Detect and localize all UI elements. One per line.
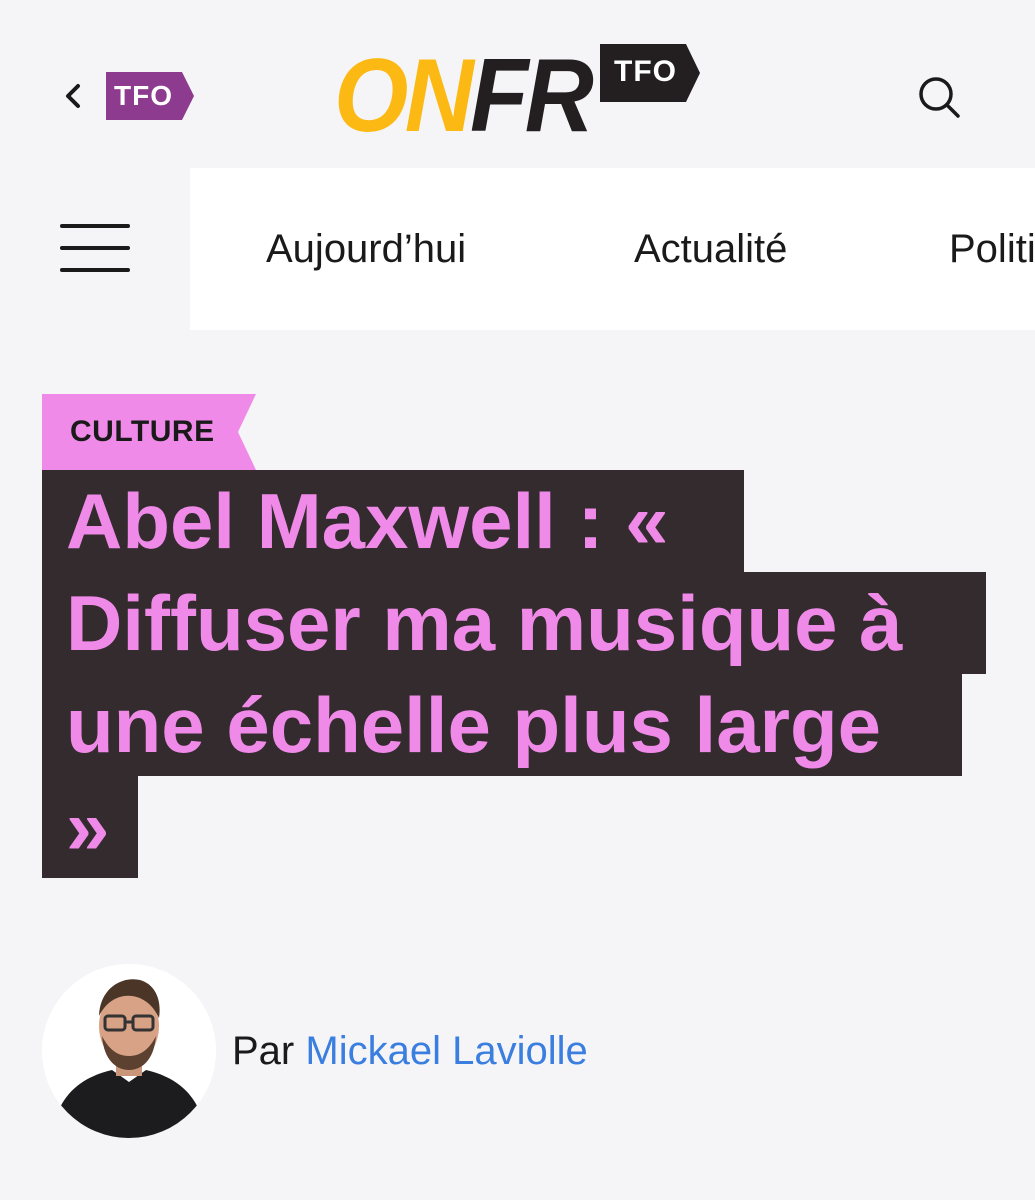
headline-line-4: »: [42, 776, 138, 878]
category-label: CULTURE: [70, 415, 215, 448]
author-byline: Par Mickael Laviolle: [232, 1026, 588, 1076]
nav-item-actualite[interactable]: Actualité: [634, 224, 787, 274]
tfo-badge-label: TFO: [114, 80, 173, 111]
search-button[interactable]: [912, 70, 968, 126]
category-tag[interactable]: CULTURE: [42, 394, 256, 470]
site-header: TFO ON FR TFO: [0, 0, 1035, 170]
nav-item-aujourdhui[interactable]: Aujourd’hui: [266, 224, 466, 274]
tfo-logo-badge: TFO: [106, 72, 194, 120]
onfr-logo[interactable]: ON FR TFO: [334, 40, 704, 150]
headline-line-2: Diffuser ma musique à: [42, 572, 986, 674]
hamburger-menu-button[interactable]: [56, 218, 136, 282]
section-nav: Aujourd’hui Actualité Politique: [190, 168, 1035, 330]
article-page: TFO ON FR TFO Aujourd’hui Actualité Poli…: [0, 0, 1035, 1200]
logo-fr-text: FR: [470, 38, 594, 154]
author-photo: [42, 964, 216, 1138]
headline-line-1: Abel Maxwell : «: [42, 470, 744, 572]
logo-tfo-tag: TFO: [600, 44, 700, 102]
author-link[interactable]: Mickael Laviolle: [305, 1029, 587, 1073]
chevron-left-icon: [56, 72, 92, 120]
logo-on-text: ON: [334, 38, 474, 154]
headline-line-3: une échelle plus large: [42, 674, 962, 776]
back-button[interactable]: TFO: [56, 70, 206, 122]
byline-prefix: Par: [232, 1029, 295, 1073]
author-avatar[interactable]: [42, 964, 216, 1138]
search-icon: [919, 77, 960, 118]
nav-item-politique[interactable]: Politique: [949, 224, 1035, 274]
logo-tfo-label: TFO: [614, 55, 677, 88]
